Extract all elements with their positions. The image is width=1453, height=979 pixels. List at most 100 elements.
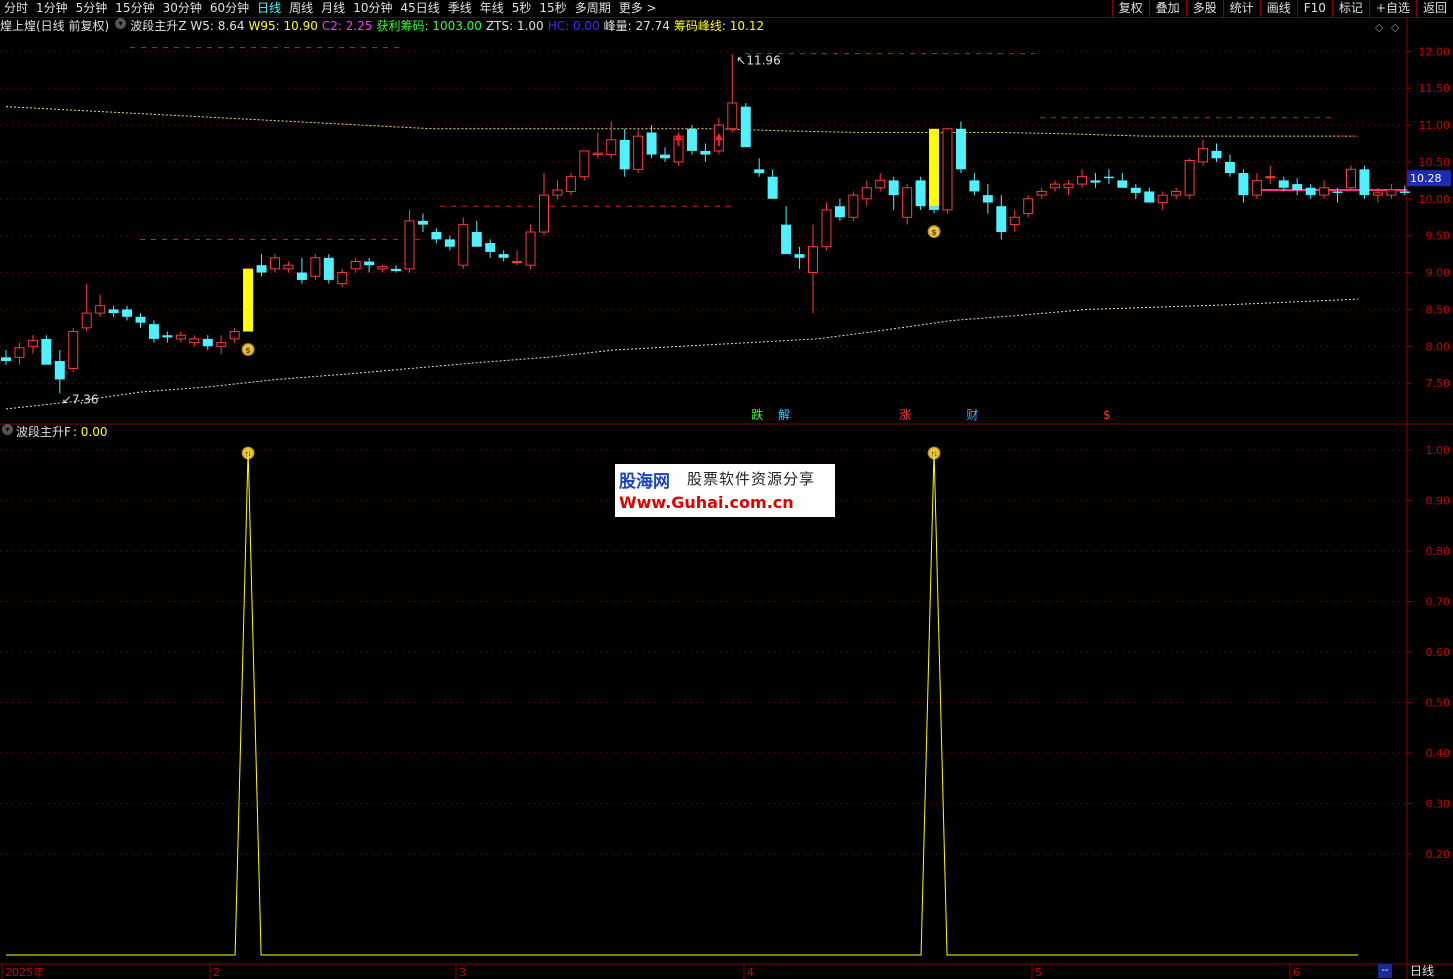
candle-body-down (619, 139, 630, 170)
candle-body-down (364, 261, 375, 266)
diamond-icon-2: ◇ (1391, 21, 1400, 34)
candle-body-up (1184, 159, 1195, 196)
candle-body-up (1063, 183, 1074, 189)
main-tick-label: 10.50 (1419, 156, 1451, 169)
candle-body-down (1117, 180, 1128, 188)
candle-body-down (444, 239, 455, 247)
watermark-url: Www.Guhai.com.cn (619, 493, 794, 512)
candle-body-up (310, 257, 321, 277)
main-tick-label: 8.50 (1426, 303, 1451, 316)
candle-body-down (498, 254, 509, 258)
watermark-brand: 股海网 (619, 472, 670, 492)
candle-body-down (646, 132, 657, 155)
main-tick-label: 12.00 (1419, 45, 1451, 58)
candle-body-up (579, 150, 590, 178)
candle-body-up (1157, 194, 1168, 204)
candle-body-down (431, 232, 442, 240)
period-indicator: 日线 (1410, 964, 1435, 978)
sub-signal-line (6, 450, 1358, 956)
candle-body-down (391, 268, 402, 272)
candle-body-down (135, 316, 146, 323)
candle-body-down (41, 338, 52, 365)
low-price-label: ↙7.36 (62, 392, 99, 406)
watermark-slogan: 股票软件资源分享 (687, 470, 816, 488)
money-bag-icon-glyph: $ (245, 346, 251, 355)
main-tick-label: 8.00 (1426, 340, 1451, 353)
main-tick-label: 9.50 (1426, 230, 1451, 243)
candle-body-down (1211, 150, 1222, 159)
candle-body-down (794, 254, 805, 258)
candle-body-up (808, 246, 818, 274)
candle-body-up (95, 305, 106, 314)
candle-body-down (754, 169, 765, 174)
sub-indicator-dropdown-icon[interactable]: ▾ (2, 424, 13, 435)
signal-label: 涨 (899, 407, 911, 422)
candle-body-down (1144, 191, 1155, 203)
sub-tick-label: 0.80 (1426, 545, 1451, 558)
candle-body-down (781, 224, 792, 255)
candle-body-up (1386, 189, 1397, 196)
candle-body-up (404, 220, 415, 270)
main-tick-label: 10.00 (1419, 193, 1451, 206)
candle-body-down (202, 338, 213, 347)
candle-body-up (902, 187, 913, 218)
candle-body-up (350, 260, 361, 270)
candle-body-down (323, 257, 334, 280)
current-price-label: 10.28 (1410, 172, 1442, 185)
candle-body-up (1372, 192, 1383, 196)
sub-tick-label: 0.70 (1426, 596, 1451, 609)
candle-body-up (606, 139, 617, 156)
candle-body-down (162, 335, 173, 338)
candle-body-up (1036, 190, 1047, 196)
candle-body-down (148, 324, 159, 339)
candle-body-down (955, 128, 966, 170)
money-bag-icon-glyph: $ (931, 228, 937, 237)
candle-body-up (552, 189, 563, 196)
candle-body-down (686, 128, 697, 151)
candle-body-down (1238, 173, 1249, 196)
main-tick-label: 11.00 (1419, 119, 1451, 132)
candle-body-up (1050, 183, 1061, 189)
candle-body-down (915, 180, 926, 207)
sub-tick-label: 0.40 (1426, 747, 1451, 760)
month-label: 5 (1035, 966, 1042, 979)
candle-body-down (1130, 187, 1141, 193)
candle-body-down (471, 232, 482, 247)
candle-body-down (1, 357, 11, 362)
high-price-label: ↖11.96 (736, 53, 780, 67)
candle-body-up (283, 264, 294, 270)
sub-tick-label: 0.60 (1426, 646, 1451, 659)
signal-label: 解 (778, 408, 790, 422)
candle-body-up (525, 231, 536, 266)
candle-body-down (1292, 184, 1303, 190)
candle-body-down (256, 265, 267, 273)
candle-body-up (592, 152, 603, 156)
candle-body-up (68, 331, 79, 369)
candle-body-up (229, 331, 240, 340)
candle-body-up (216, 342, 227, 347)
scroll-button[interactable]: -- (1378, 964, 1392, 978)
main-tick-label: 9.00 (1426, 267, 1451, 280)
signal-label: 财 (966, 408, 978, 422)
candle-body-down (1305, 187, 1316, 196)
candle-body-up (848, 194, 859, 218)
candle-body-up (1319, 187, 1330, 196)
candle-body-up (875, 179, 886, 189)
lower-dotted-line (5, 298, 1359, 410)
candle-body-down (740, 106, 751, 148)
candle-body-down (1224, 161, 1235, 174)
month-label: 6 (1293, 966, 1300, 979)
candle-body-up (633, 135, 644, 170)
candle-body-up (565, 176, 576, 192)
yellow-signal-bar (243, 268, 254, 332)
candle-body-down (1278, 180, 1289, 188)
sub-indicator-name[interactable]: 波段主升F (16, 424, 71, 440)
candle-body-down (982, 195, 993, 203)
candle-body-up (1171, 190, 1182, 196)
candle-body-up (27, 339, 38, 347)
candle-body-down (969, 180, 980, 192)
candle-body-up (1265, 176, 1276, 179)
candle-body-down (660, 154, 671, 159)
candle-body-up (1251, 179, 1262, 196)
candle-body-up (1077, 176, 1087, 185)
